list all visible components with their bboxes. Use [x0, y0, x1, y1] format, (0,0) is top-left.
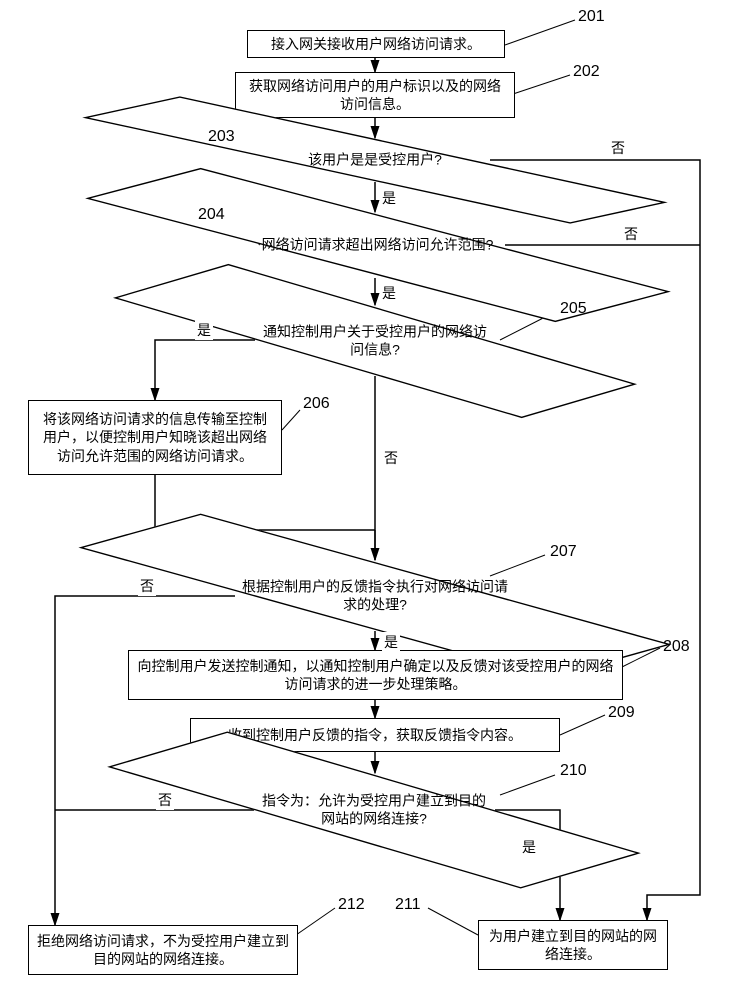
node-202-text: 获取网络访问用户的用户标识以及的网络访问信息。	[244, 77, 506, 113]
label-205-yes: 是	[195, 320, 213, 340]
flowchart-canvas: 接入网关接收用户网络访问请求。 201 获取网络访问用户的用户标识以及的网络访问…	[0, 0, 747, 1000]
node-208: 向控制用户发送控制通知，以通知控制用户确定以及反馈对该受控用户的网络访问请求的进…	[128, 650, 623, 700]
node-204-text: 网络访问请求超出网络访问允许范围?	[245, 236, 510, 254]
node-211: 为用户建立到目的网站的网络连接。	[478, 920, 668, 970]
num-206: 206	[303, 395, 330, 413]
num-205: 205	[560, 300, 587, 318]
node-212-text: 拒绝网络访问请求，不为受控用户建立到目的网站的网络连接。	[37, 932, 289, 968]
node-203: 该用户是是受控用户?	[260, 138, 490, 182]
label-210-yes: 是	[520, 837, 538, 857]
node-206-text: 将该网络访问请求的信息传输至控制用户，以便控制用户知晓该超出网络访问允许范围的网…	[37, 410, 273, 465]
node-210-text: 指令为：允许为受控用户建立到目的网站的网络连接?	[252, 793, 496, 828]
num-204: 204	[198, 206, 225, 224]
node-201: 接入网关接收用户网络访问请求。	[247, 30, 505, 58]
num-209: 209	[608, 704, 635, 722]
label-204-no: 否	[622, 224, 640, 244]
label-203-no: 否	[609, 138, 627, 158]
label-203-yes: 是	[380, 188, 398, 208]
num-203: 203	[208, 128, 235, 146]
node-211-text: 为用户建立到目的网站的网络连接。	[487, 927, 659, 963]
node-205: 通知控制用户关于受控用户的网络访问信息?	[255, 306, 495, 376]
node-212: 拒绝网络访问请求，不为受控用户建立到目的网站的网络连接。	[28, 925, 298, 975]
node-206: 将该网络访问请求的信息传输至控制用户，以便控制用户知晓该超出网络访问允许范围的网…	[28, 400, 282, 475]
node-202: 获取网络访问用户的用户标识以及的网络访问信息。	[235, 72, 515, 118]
node-210: 指令为：允许为受控用户建立到目的网站的网络连接?	[252, 773, 496, 847]
label-207-no: 否	[138, 576, 156, 596]
node-207-text: 根据控制用户的反馈指令执行对网络访问请求的处理?	[235, 579, 515, 614]
label-204-yes: 是	[380, 283, 398, 303]
node-207: 根据控制用户的反馈指令执行对网络访问请求的处理?	[235, 560, 515, 632]
node-209-text: 收到控制用户反馈的指令，获取反馈指令内容。	[228, 726, 522, 744]
label-210-no: 否	[156, 790, 174, 810]
label-205-no: 否	[382, 448, 400, 468]
node-208-text: 向控制用户发送控制通知，以通知控制用户确定以及反馈对该受控用户的网络访问请求的进…	[137, 657, 614, 693]
num-210: 210	[560, 762, 587, 780]
num-207: 207	[550, 543, 577, 561]
num-202: 202	[573, 63, 600, 81]
num-211: 211	[395, 896, 421, 914]
num-208: 208	[663, 638, 690, 656]
node-205-text: 通知控制用户关于受控用户的网络访问信息?	[255, 324, 495, 359]
node-204: 网络访问请求超出网络访问允许范围?	[245, 212, 510, 278]
node-201-text: 接入网关接收用户网络访问请求。	[271, 35, 481, 53]
num-201: 201	[578, 8, 605, 26]
num-212: 212	[338, 896, 365, 914]
node-203-text: 该用户是是受控用户?	[260, 151, 490, 169]
label-207-yes: 是	[382, 632, 400, 652]
